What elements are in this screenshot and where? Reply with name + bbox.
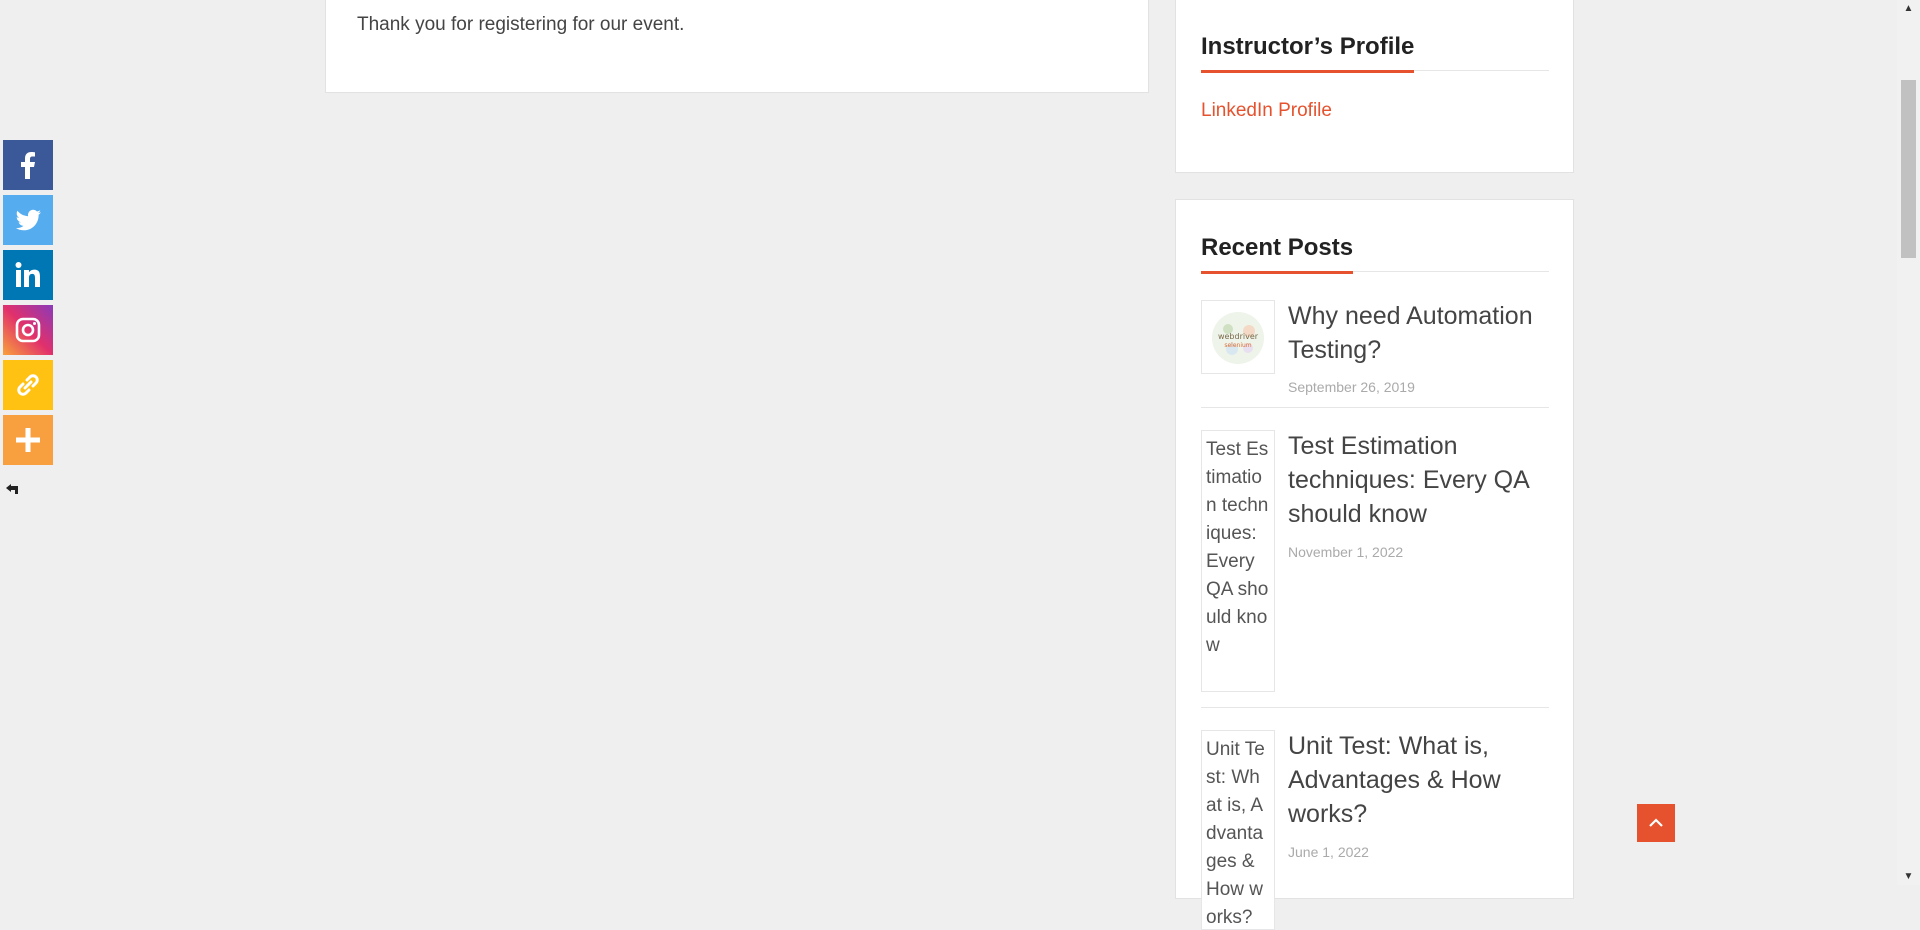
facebook-share-button[interactable] bbox=[3, 140, 53, 190]
post-thumbnail[interactable]: Test Estimation techniques: Every QA sho… bbox=[1201, 430, 1275, 692]
facebook-icon bbox=[21, 152, 35, 179]
linkedin-icon bbox=[15, 262, 40, 287]
svg-text:selenium: selenium bbox=[1224, 342, 1251, 349]
thumbnail-alt-text: Unit Test: What is, Advantages & How wor… bbox=[1206, 739, 1265, 928]
post-title-link[interactable]: Why need Automation Testing? bbox=[1288, 299, 1548, 367]
chevron-up-icon bbox=[1649, 818, 1663, 827]
copy-link-icon bbox=[17, 374, 39, 396]
more-share-button[interactable] bbox=[3, 415, 53, 465]
confirmation-message: Thank you for registering for our event. bbox=[357, 14, 685, 35]
scroll-down-arrow-icon[interactable]: ▼ bbox=[1897, 868, 1920, 885]
post-date: September 26, 2019 bbox=[1288, 379, 1415, 395]
twitter-share-button[interactable] bbox=[3, 195, 53, 245]
post-title-link[interactable]: Test Estimation techniques: Every QA sho… bbox=[1288, 429, 1548, 531]
widget-title: Instructor’s Profile bbox=[1201, 33, 1549, 73]
post-date: June 1, 2022 bbox=[1288, 844, 1369, 860]
linkedin-profile-link[interactable]: LinkedIn Profile bbox=[1201, 100, 1332, 122]
registration-confirmation-card: Thank you for registering for our event. bbox=[325, 0, 1149, 93]
hand-pointer-icon bbox=[6, 484, 18, 494]
instagram-icon bbox=[15, 317, 41, 343]
social-share-bar bbox=[3, 140, 53, 470]
twitter-icon bbox=[15, 209, 42, 231]
svg-text:webdriver: webdriver bbox=[1218, 332, 1259, 341]
post-date: November 1, 2022 bbox=[1288, 544, 1404, 560]
hide-share-bar-icon[interactable] bbox=[5, 482, 19, 500]
list-item: webdriver selenium Why need Automation T… bbox=[1201, 300, 1549, 408]
back-to-top-button[interactable] bbox=[1637, 804, 1675, 842]
list-item: Unit Test: What is, Advantages & How wor… bbox=[1201, 730, 1549, 930]
list-item: Test Estimation techniques: Every QA sho… bbox=[1201, 430, 1549, 708]
copy-link-share-button[interactable] bbox=[3, 360, 53, 410]
thumbnail-alt-text: Test Estimation techniques: Every QA sho… bbox=[1206, 439, 1269, 656]
webdriver-selenium-thumbnail-icon: webdriver selenium bbox=[1212, 312, 1264, 364]
more-icon bbox=[16, 428, 40, 452]
instagram-share-button[interactable] bbox=[3, 305, 53, 355]
post-thumbnail[interactable]: Unit Test: What is, Advantages & How wor… bbox=[1201, 730, 1275, 930]
recent-posts-widget: Recent Posts webdriver selenium Why need… bbox=[1175, 199, 1574, 930]
scrollbar-thumb[interactable] bbox=[1901, 80, 1916, 258]
post-thumbnail[interactable]: webdriver selenium bbox=[1201, 300, 1275, 374]
page-scrollbar[interactable]: ▲ ▼ bbox=[1897, 0, 1920, 885]
instructor-profile-widget: Instructor’s Profile LinkedIn Profile bbox=[1175, 0, 1574, 173]
post-title-link[interactable]: Unit Test: What is, Advantages & How wor… bbox=[1288, 729, 1548, 831]
linkedin-share-button[interactable] bbox=[3, 250, 53, 300]
scroll-up-arrow-icon[interactable]: ▲ bbox=[1897, 0, 1920, 17]
widget-title: Recent Posts bbox=[1201, 234, 1549, 274]
